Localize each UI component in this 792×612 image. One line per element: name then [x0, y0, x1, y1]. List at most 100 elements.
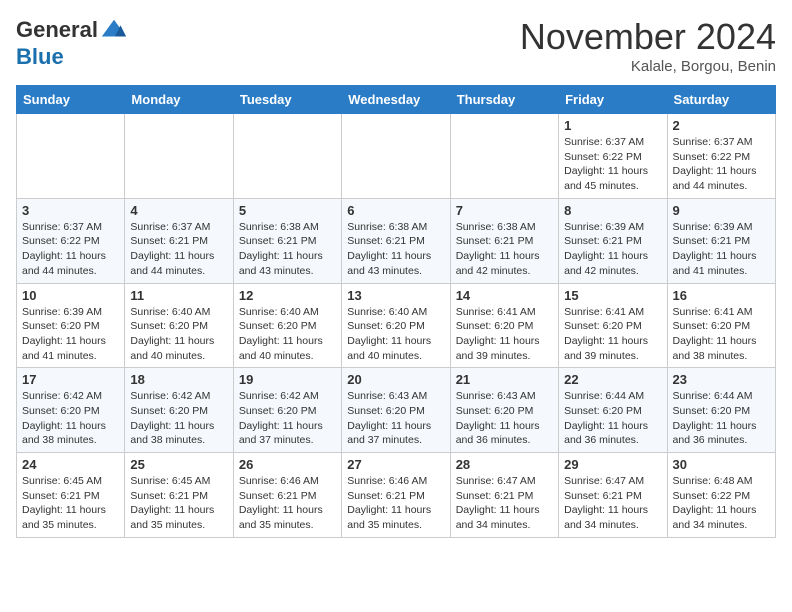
day-number: 1: [564, 118, 661, 133]
week-row-2: 3 Sunrise: 6:37 AM Sunset: 6:22 PM Daylig…: [17, 198, 776, 283]
day-detail: Sunrise: 6:45 AM Sunset: 6:21 PM Dayligh…: [22, 474, 119, 533]
day-cell: 3 Sunrise: 6:37 AM Sunset: 6:22 PM Daylig…: [17, 198, 125, 283]
day-detail: Sunrise: 6:46 AM Sunset: 6:21 PM Dayligh…: [347, 474, 444, 533]
day-cell: 8 Sunrise: 6:39 AM Sunset: 6:21 PM Daylig…: [559, 198, 667, 283]
day-cell: 26Sunrise: 6:46 AM Sunset: 6:21 PM Dayli…: [233, 453, 341, 538]
header-day-monday: Monday: [125, 86, 233, 114]
day-detail: Sunrise: 6:48 AM Sunset: 6:22 PM Dayligh…: [673, 474, 770, 533]
day-cell: 5 Sunrise: 6:38 AM Sunset: 6:21 PM Daylig…: [233, 198, 341, 283]
day-detail: Sunrise: 6:43 AM Sunset: 6:20 PM Dayligh…: [456, 389, 553, 448]
day-detail: Sunrise: 6:41 AM Sunset: 6:20 PM Dayligh…: [456, 305, 553, 364]
day-detail: Sunrise: 6:38 AM Sunset: 6:21 PM Dayligh…: [347, 220, 444, 279]
day-cell: 24Sunrise: 6:45 AM Sunset: 6:21 PM Dayli…: [17, 453, 125, 538]
header-day-wednesday: Wednesday: [342, 86, 450, 114]
day-detail: Sunrise: 6:40 AM Sunset: 6:20 PM Dayligh…: [130, 305, 227, 364]
day-cell: 1 Sunrise: 6:37 AM Sunset: 6:22 PM Daylig…: [559, 114, 667, 199]
day-detail: Sunrise: 6:47 AM Sunset: 6:21 PM Dayligh…: [564, 474, 661, 533]
day-number: 30: [673, 457, 770, 472]
logo: General Blue: [16, 16, 128, 70]
day-cell: 22 Sunrise: 6:44 AM Sunset: 6:20 PM Dayli…: [559, 368, 667, 453]
day-detail: Sunrise: 6:43 AM Sunset: 6:20 PM Dayligh…: [347, 389, 444, 448]
day-number: 15: [564, 288, 661, 303]
day-number: 9: [673, 203, 770, 218]
calendar-table: SundayMondayTuesdayWednesdayThursdayFrid…: [16, 85, 776, 538]
day-cell: [450, 114, 558, 199]
day-detail: Sunrise: 6:40 AM Sunset: 6:20 PM Dayligh…: [239, 305, 336, 364]
week-row-3: 10 Sunrise: 6:39 AM Sunset: 6:20 PM Dayli…: [17, 283, 776, 368]
day-detail: Sunrise: 6:37 AM Sunset: 6:22 PM Dayligh…: [564, 135, 661, 194]
day-number: 10: [22, 288, 119, 303]
day-cell: 16Sunrise: 6:41 AM Sunset: 6:20 PM Dayli…: [667, 283, 775, 368]
calendar-body: 1 Sunrise: 6:37 AM Sunset: 6:22 PM Daylig…: [17, 114, 776, 538]
day-number: 11: [130, 288, 227, 303]
week-row-5: 24Sunrise: 6:45 AM Sunset: 6:21 PM Dayli…: [17, 453, 776, 538]
day-detail: Sunrise: 6:37 AM Sunset: 6:22 PM Dayligh…: [22, 220, 119, 279]
day-cell: 14 Sunrise: 6:41 AM Sunset: 6:20 PM Dayli…: [450, 283, 558, 368]
day-detail: Sunrise: 6:38 AM Sunset: 6:21 PM Dayligh…: [456, 220, 553, 279]
header-day-saturday: Saturday: [667, 86, 775, 114]
location-text: Kalale, Borgou, Benin: [520, 58, 776, 75]
day-cell: 13Sunrise: 6:40 AM Sunset: 6:20 PM Dayli…: [342, 283, 450, 368]
day-cell: 7 Sunrise: 6:38 AM Sunset: 6:21 PM Daylig…: [450, 198, 558, 283]
day-cell: [233, 114, 341, 199]
day-cell: 27 Sunrise: 6:46 AM Sunset: 6:21 PM Dayli…: [342, 453, 450, 538]
logo-general-text: General: [16, 17, 98, 43]
day-cell: [17, 114, 125, 199]
header-day-friday: Friday: [559, 86, 667, 114]
day-detail: Sunrise: 6:37 AM Sunset: 6:22 PM Dayligh…: [673, 135, 770, 194]
day-detail: Sunrise: 6:46 AM Sunset: 6:21 PM Dayligh…: [239, 474, 336, 533]
day-number: 29: [564, 457, 661, 472]
logo-icon: [100, 16, 128, 44]
day-detail: Sunrise: 6:37 AM Sunset: 6:21 PM Dayligh…: [130, 220, 227, 279]
day-number: 14: [456, 288, 553, 303]
week-row-4: 17 Sunrise: 6:42 AM Sunset: 6:20 PM Dayli…: [17, 368, 776, 453]
day-detail: Sunrise: 6:40 AM Sunset: 6:20 PM Dayligh…: [347, 305, 444, 364]
day-number: 18: [130, 372, 227, 387]
day-number: 12: [239, 288, 336, 303]
day-detail: Sunrise: 6:44 AM Sunset: 6:20 PM Dayligh…: [673, 389, 770, 448]
day-number: 25: [130, 457, 227, 472]
day-cell: 18 Sunrise: 6:42 AM Sunset: 6:20 PM Dayli…: [125, 368, 233, 453]
day-number: 5: [239, 203, 336, 218]
day-detail: Sunrise: 6:39 AM Sunset: 6:20 PM Dayligh…: [22, 305, 119, 364]
day-detail: Sunrise: 6:47 AM Sunset: 6:21 PM Dayligh…: [456, 474, 553, 533]
day-detail: Sunrise: 6:39 AM Sunset: 6:21 PM Dayligh…: [564, 220, 661, 279]
day-detail: Sunrise: 6:42 AM Sunset: 6:20 PM Dayligh…: [239, 389, 336, 448]
day-number: 7: [456, 203, 553, 218]
day-number: 19: [239, 372, 336, 387]
day-cell: 19 Sunrise: 6:42 AM Sunset: 6:20 PM Dayli…: [233, 368, 341, 453]
day-cell: 15Sunrise: 6:41 AM Sunset: 6:20 PM Dayli…: [559, 283, 667, 368]
day-cell: 4 Sunrise: 6:37 AM Sunset: 6:21 PM Daylig…: [125, 198, 233, 283]
day-number: 4: [130, 203, 227, 218]
day-number: 2: [673, 118, 770, 133]
month-title: November 2024: [520, 16, 776, 58]
day-cell: 25Sunrise: 6:45 AM Sunset: 6:21 PM Dayli…: [125, 453, 233, 538]
day-number: 17: [22, 372, 119, 387]
day-detail: Sunrise: 6:39 AM Sunset: 6:21 PM Dayligh…: [673, 220, 770, 279]
calendar-header: SundayMondayTuesdayWednesdayThursdayFrid…: [17, 86, 776, 114]
day-number: 21: [456, 372, 553, 387]
day-cell: [342, 114, 450, 199]
day-cell: 11 Sunrise: 6:40 AM Sunset: 6:20 PM Dayli…: [125, 283, 233, 368]
day-number: 6: [347, 203, 444, 218]
day-detail: Sunrise: 6:42 AM Sunset: 6:20 PM Dayligh…: [130, 389, 227, 448]
day-detail: Sunrise: 6:41 AM Sunset: 6:20 PM Dayligh…: [673, 305, 770, 364]
logo-blue-text: Blue: [16, 44, 64, 70]
day-number: 27: [347, 457, 444, 472]
day-number: 20: [347, 372, 444, 387]
day-cell: 17Sunrise: 6:42 AM Sunset: 6:20 PM Dayli…: [17, 368, 125, 453]
day-number: 22: [564, 372, 661, 387]
title-section: November 2024 Kalale, Borgou, Benin: [520, 16, 776, 75]
day-cell: 29 Sunrise: 6:47 AM Sunset: 6:21 PM Dayli…: [559, 453, 667, 538]
day-cell: 9 Sunrise: 6:39 AM Sunset: 6:21 PM Daylig…: [667, 198, 775, 283]
day-number: 28: [456, 457, 553, 472]
header-row: SundayMondayTuesdayWednesdayThursdayFrid…: [17, 86, 776, 114]
day-cell: 21 Sunrise: 6:43 AM Sunset: 6:20 PM Dayli…: [450, 368, 558, 453]
day-cell: 20 Sunrise: 6:43 AM Sunset: 6:20 PM Dayli…: [342, 368, 450, 453]
day-number: 3: [22, 203, 119, 218]
day-detail: Sunrise: 6:44 AM Sunset: 6:20 PM Dayligh…: [564, 389, 661, 448]
day-detail: Sunrise: 6:38 AM Sunset: 6:21 PM Dayligh…: [239, 220, 336, 279]
day-cell: 30 Sunrise: 6:48 AM Sunset: 6:22 PM Dayli…: [667, 453, 775, 538]
day-number: 8: [564, 203, 661, 218]
page-header: General Blue November 2024 Kalale, Borgo…: [16, 16, 776, 75]
